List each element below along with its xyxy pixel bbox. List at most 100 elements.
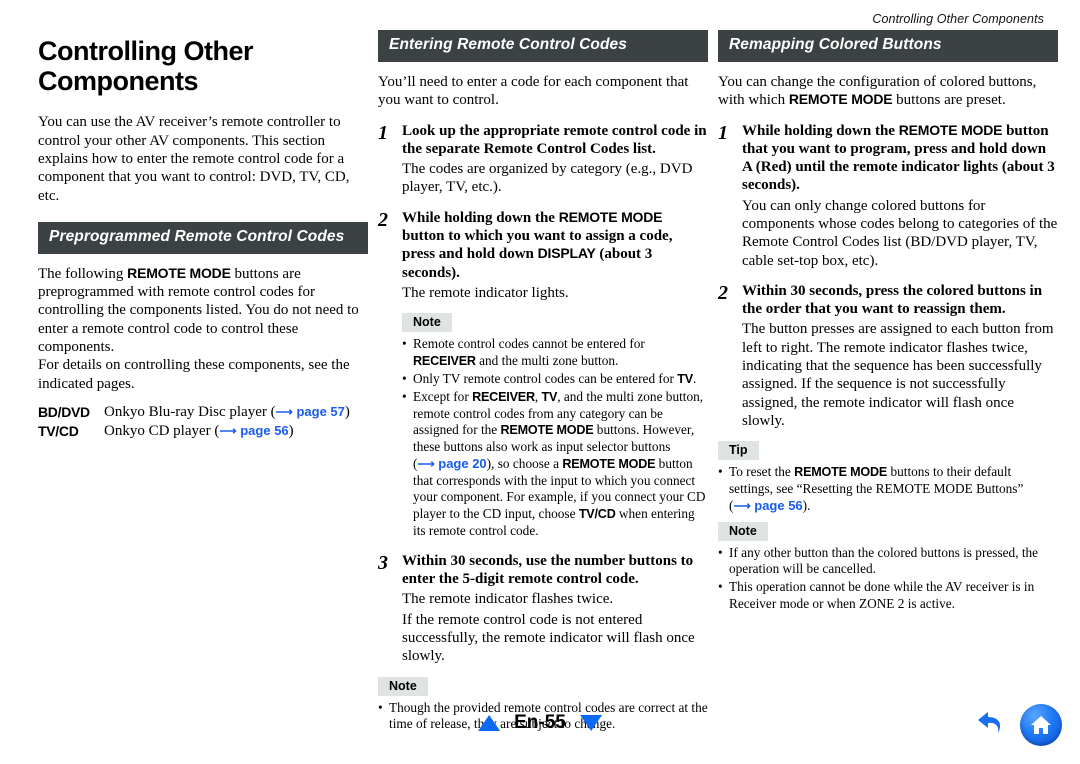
step-1: 1 Look up the appropriate remote control… [378, 122, 708, 197]
triangle-up-icon[interactable] [478, 715, 501, 731]
step-subtext-1: The remote indicator flashes twice. [402, 591, 614, 608]
list-item: Only TV remote control codes can be ente… [402, 371, 708, 388]
list-item: If any other button than the colored but… [718, 545, 1058, 579]
step-3: 3 Within 30 seconds, use the number butt… [378, 552, 708, 666]
step2-a: While holding down the [402, 209, 559, 226]
page-number: En-55 [514, 712, 566, 733]
pp-value-text: Onkyo Blu-ray Disc player [104, 403, 267, 420]
list-item: BD/DVD Onkyo Blu-ray Disc player (⟶ page… [38, 403, 368, 423]
step-subtext: The codes are organized by category (e.g… [402, 161, 693, 196]
list-item: To reset the REMOTE MODE buttons to thei… [718, 464, 1058, 514]
note-bullet-list: If any other button than the colored but… [718, 545, 1058, 613]
step-2: 2 While holding down the REMOTE MODE but… [378, 209, 708, 540]
chapter-intro-paragraph: You can use the AV receiver’s remote con… [38, 114, 350, 204]
remap1-remote-mode: REMOTE MODE [898, 121, 1003, 138]
step-content: While holding down the REMOTE MODE butto… [742, 122, 1058, 270]
page-link-56[interactable]: ⟶ page 56 [219, 423, 288, 438]
step-heading: While holding down the REMOTE MODE butto… [742, 122, 1058, 195]
pp-value-tvcd: Onkyo CD player (⟶ page 56) [104, 423, 294, 440]
note-block-remapping: Note If any other button than the colore… [718, 521, 1058, 613]
column-right: Remapping Colored Buttons You can change… [718, 30, 1058, 613]
step2-remote-mode: REMOTE MODE [558, 208, 663, 225]
step-content: While holding down the REMOTE MODE butto… [402, 209, 708, 540]
tip-block-remapping: Tip To reset the REMOTE MODE buttons to … [718, 441, 1058, 514]
page-link-label: page 57 [296, 403, 345, 419]
nav-icons [974, 704, 1062, 746]
step-number: 2 [378, 208, 388, 231]
pp-value-bddvd: Onkyo Blu-ray Disc player (⟶ page 57) [104, 403, 350, 420]
page-link-56[interactable]: ⟶ page 56 [733, 498, 802, 513]
arrow-right-icon: ⟶ [417, 456, 435, 471]
pp-key-bddvd: BD/DVD [38, 403, 90, 420]
running-header: Controlling Other Components [872, 12, 1044, 26]
column-left: Controlling Other Components You can use… [38, 30, 368, 442]
step-heading: Look up the appropriate remote control c… [402, 122, 707, 157]
back-arrow-icon[interactable] [974, 708, 1008, 743]
kw-receiver: RECEIVER [472, 389, 535, 404]
kw-tv: TV [677, 371, 693, 386]
entering-intro-paragraph: You’ll need to enter a code for each com… [378, 73, 689, 109]
kw-tvcd: TV/CD [578, 507, 616, 522]
tip-badge: Tip [718, 441, 759, 461]
section-header-entering: Entering Remote Control Codes [378, 30, 708, 62]
step-number: 1 [378, 121, 388, 144]
list-item: Except for RECEIVER, TV, and the multi z… [402, 389, 708, 540]
step-number: 2 [718, 281, 728, 304]
preprogrammed-paragraph-2: For details on controlling these compone… [38, 357, 350, 392]
step-subtext: The remote indicator lights. [402, 284, 569, 301]
step-heading: Within 30 seconds, press the colored but… [742, 282, 1043, 318]
pp-p1-bold: REMOTE MODE [127, 264, 231, 281]
note-badge: Note [402, 313, 452, 333]
note-bullet-list: Remote control codes cannot be entered f… [402, 336, 708, 540]
tip-bullet-list: To reset the REMOTE MODE buttons to thei… [718, 464, 1058, 514]
step-heading: Within 30 seconds, use the number button… [402, 552, 694, 588]
remapping-intro-paragraph: You can change the configuration of colo… [718, 73, 1058, 110]
kw-remote-mode: REMOTE MODE [794, 465, 888, 480]
step-heading: While holding down the REMOTE MODE butto… [402, 209, 708, 282]
remap-step-1: 1 While holding down the REMOTE MODE but… [718, 122, 1058, 270]
kw-remote-mode: REMOTE MODE [500, 423, 594, 438]
step-content: Within 30 seconds, use the number button… [402, 552, 708, 666]
page-title: Controlling Other Components [38, 36, 253, 97]
remap1-a: While holding down the [742, 122, 899, 139]
remap-intro-c: buttons are preset. [892, 92, 1006, 109]
pager: En-55 [478, 712, 602, 734]
remap-intro-remote-mode: REMOTE MODE [788, 91, 893, 108]
preprogrammed-paragraph-1: The following REMOTE MODE buttons are pr… [38, 265, 368, 356]
page-body: Controlling Other Components You can use… [0, 30, 1080, 731]
pp-key-tvcd: TV/CD [38, 423, 79, 440]
note-badge: Note [378, 676, 428, 696]
page-link-20[interactable]: ⟶ page 20 [417, 456, 486, 471]
step-number: 3 [378, 551, 388, 574]
home-icon[interactable] [1020, 704, 1062, 746]
preprogrammed-list: BD/DVD Onkyo Blu-ray Disc player (⟶ page… [38, 403, 368, 442]
column-middle: Entering Remote Control Codes You’ll nee… [378, 30, 708, 733]
list-item: TV/CD Onkyo CD player (⟶ page 56) [38, 422, 368, 442]
section-header-remapping: Remapping Colored Buttons [718, 30, 1058, 62]
arrow-right-icon: ⟶ [733, 498, 751, 513]
arrow-right-icon: ⟶ [219, 424, 237, 439]
step-subtext: You can only change colored buttons for … [742, 197, 1058, 269]
note-block-entering-1: Note Remote control codes cannot be ente… [402, 313, 708, 540]
arrow-right-icon: ⟶ [275, 404, 293, 419]
pp-p1-pre: The following [38, 265, 128, 282]
step-content: Look up the appropriate remote control c… [402, 122, 708, 197]
step-content: Within 30 seconds, press the colored but… [742, 282, 1058, 430]
triangle-down-icon[interactable] [579, 715, 602, 731]
step-number: 1 [718, 121, 728, 144]
list-item: Remote control codes cannot be entered f… [402, 336, 708, 370]
note-badge: Note [718, 521, 768, 541]
list-item: This operation cannot be done while the … [718, 579, 1058, 613]
step-subtext: The button presses are assigned to each … [742, 321, 1054, 429]
page-footer: En-55 [0, 704, 1080, 750]
page-link-label: page 56 [240, 423, 289, 439]
section-header-preprogrammed: Preprogrammed Remote Control Codes [38, 221, 368, 254]
remap-step-2: 2 Within 30 seconds, press the colored b… [718, 282, 1058, 430]
step2-display: DISPLAY [537, 245, 596, 262]
kw-tv: TV [541, 389, 558, 404]
pp-value-text: Onkyo CD player [104, 423, 211, 440]
kw-receiver: RECEIVER [413, 353, 476, 368]
step-subtext-2: If the remote control code is not entere… [402, 611, 695, 665]
page-link-57[interactable]: ⟶ page 57 [276, 404, 345, 419]
kw-remote-mode: REMOTE MODE [562, 456, 656, 471]
